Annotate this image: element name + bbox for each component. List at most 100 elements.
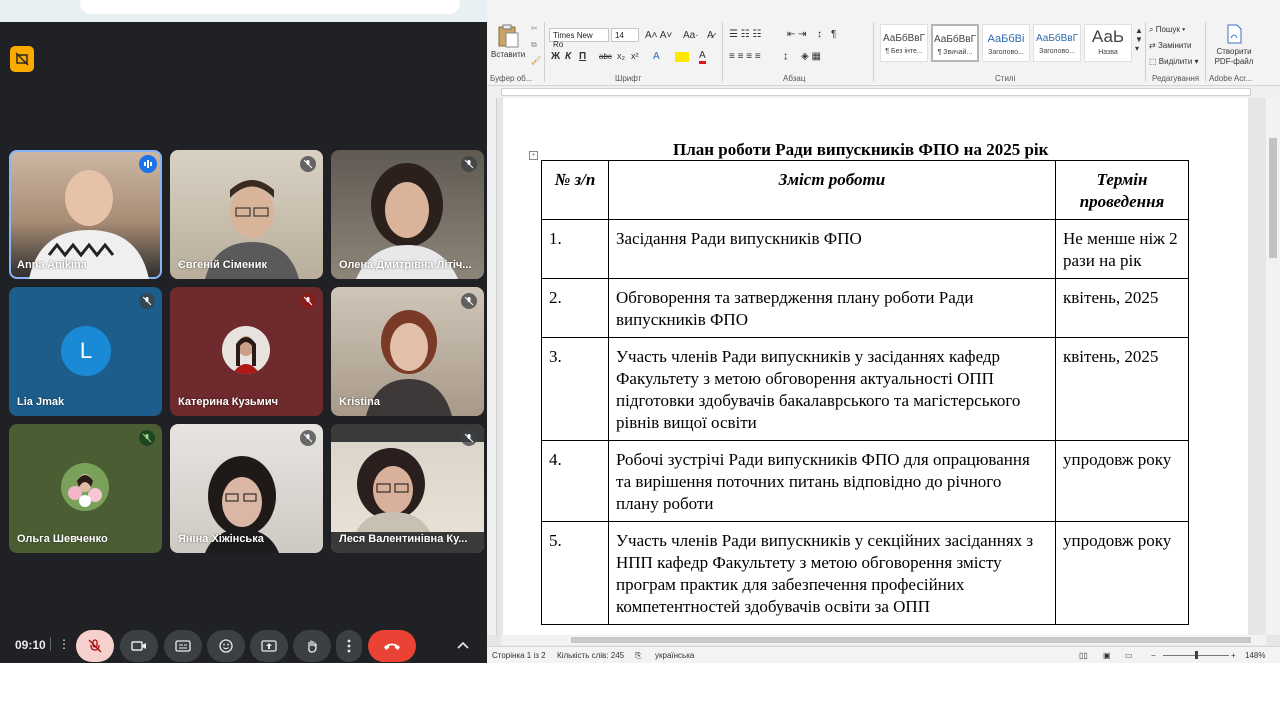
table-move-handle[interactable]: + <box>529 151 538 160</box>
copy-icon[interactable]: ⧉ <box>531 40 537 50</box>
mic-off-icon <box>88 639 102 653</box>
paste-icon[interactable] <box>497 24 519 48</box>
create-pdf-button[interactable]: Створити PDF-файл <box>1211 47 1257 67</box>
mic-toggle-button[interactable] <box>76 630 114 662</box>
web-layout-icon[interactable]: ▭ <box>1125 651 1133 660</box>
vertical-scrollbar[interactable] <box>1266 98 1280 635</box>
recording-badge[interactable] <box>10 46 34 72</box>
adobe-group-label: Adobe Acr... <box>1209 74 1253 83</box>
more-options-button[interactable] <box>336 630 362 662</box>
align-icons[interactable]: ≡ ≡ ≡ ≡ <box>729 51 761 62</box>
underline-icon[interactable]: П <box>579 51 586 62</box>
participant-tile[interactable]: L Lia Jmak <box>9 287 162 416</box>
divider <box>722 22 723 82</box>
plan-table[interactable]: № з/п Зміст роботи Термін проведення 1. … <box>541 160 1189 625</box>
emoji-icon <box>219 639 233 653</box>
divider <box>1145 22 1146 82</box>
participant-tile[interactable]: Anna Anikina <box>9 150 162 279</box>
scroll-thumb[interactable] <box>571 637 1251 643</box>
subscript-icon[interactable]: x₂ <box>617 51 625 61</box>
participant-tile[interactable]: Яніна Хіжінська <box>170 424 323 553</box>
participant-tile[interactable]: Катерина Кузьмич <box>170 287 323 416</box>
read-mode-icon[interactable]: ▯▯ <box>1079 651 1088 660</box>
font-name-select[interactable]: Times New Ro <box>549 28 609 49</box>
style-normal[interactable]: АаБбВвГ ¶ Звичай... <box>931 24 979 62</box>
call-clock: 09:10 <box>15 638 46 652</box>
participant-tile[interactable]: Олена Дмитрівна Літіч... <box>331 150 484 279</box>
zoom-slider-thumb[interactable] <box>1195 651 1198 659</box>
language[interactable]: українська <box>655 651 694 660</box>
style-sample: АаБбВвГ <box>1035 33 1079 44</box>
participant-tile[interactable]: Ольга Шевченко <box>9 424 162 553</box>
styles-scroll-icon[interactable]: ▲ ▼ ▾ <box>1135 26 1143 53</box>
superscript-icon[interactable]: x² <box>631 51 639 61</box>
participant-tile[interactable]: Євгеній Сіменик <box>170 150 323 279</box>
proofing-icon[interactable]: ⎘ <box>635 651 641 661</box>
format-painter-icon[interactable]: 🖌 <box>531 56 541 65</box>
select-button[interactable]: ⬚ Виділити ▾ <box>1149 57 1199 66</box>
leave-call-button[interactable] <box>368 630 416 662</box>
camera-toggle-button[interactable] <box>120 630 158 662</box>
paste-button[interactable]: Вставити <box>491 50 525 59</box>
find-button[interactable]: ⌕ Пошук ▾ <box>1149 25 1185 35</box>
participant-tile[interactable]: Леся Валентинівна Ку... <box>331 424 484 553</box>
font-size-select[interactable]: 14 <box>611 28 639 42</box>
bold-icon[interactable]: Ж <box>551 51 560 62</box>
row-number: 5. <box>541 521 609 625</box>
row-term: квітень, 2025 <box>1055 278 1189 338</box>
zoom-in-icon[interactable]: + <box>1231 651 1236 660</box>
cut-icon[interactable]: ✂ <box>531 24 538 33</box>
speaking-indicator-icon <box>139 155 157 173</box>
present-screen-button[interactable] <box>250 630 288 662</box>
table-header-row: № з/п Зміст роботи Термін проведення <box>541 160 1189 220</box>
horizontal-scrollbar[interactable] <box>501 635 1266 645</box>
style-no-spacing[interactable]: АаБбВвГ ¶ Без інте... <box>880 24 928 62</box>
select-label: Виділити <box>1158 57 1193 66</box>
mic-off-icon <box>139 293 155 309</box>
mic-off-icon <box>461 156 477 172</box>
shading-icon[interactable]: ◈ ▦ <box>801 51 821 62</box>
style-heading-2[interactable]: АаБбВвГ Заголово... <box>1033 24 1081 62</box>
line-spacing-icon[interactable]: ↨ <box>783 51 788 62</box>
participant-tile[interactable]: Kristina <box>331 287 484 416</box>
indent-icon[interactable]: ⇤ ⇥ <box>787 29 807 40</box>
replace-button[interactable]: ⇄ Замінити <box>1149 41 1192 50</box>
style-sample: АаБбВі <box>987 33 1025 45</box>
meeting-info-icon[interactable]: ⋮ <box>58 637 70 651</box>
clear-format-icon[interactable]: A̷ <box>707 30 714 41</box>
zoom-level[interactable]: 148% <box>1245 651 1265 660</box>
raise-hand-button[interactable] <box>293 630 331 662</box>
change-case-icon[interactable]: Aa· <box>683 30 699 41</box>
captions-button[interactable] <box>164 630 202 662</box>
print-layout-icon[interactable]: ▣ <box>1103 651 1111 660</box>
video-call-panel: Anna Anikina Євгеній Сіменик Олена Дмитр… <box>0 0 487 663</box>
document-page[interactable]: + План роботи Ради випускників ФПО на 20… <box>503 98 1248 635</box>
scroll-thumb[interactable] <box>1269 138 1277 258</box>
grow-font-icon[interactable]: A˄ A˅ <box>645 30 672 41</box>
row-content: Обговорення та затвердження плану роботи… <box>608 278 1056 338</box>
create-pdf-icon[interactable] <box>1225 24 1243 46</box>
pilcrow-icon[interactable]: ¶ <box>831 29 836 40</box>
reactions-button[interactable] <box>207 630 245 662</box>
chevron-up-icon[interactable] <box>456 637 470 655</box>
zoom-out-icon[interactable]: − <box>1151 651 1156 660</box>
strikethrough-icon[interactable]: abc <box>599 52 612 61</box>
style-heading-1[interactable]: АаБбВі Заголово... <box>982 24 1030 62</box>
row-content: Участь членів Ради випускників у секційн… <box>608 521 1056 625</box>
vertical-ruler <box>487 98 497 635</box>
row-number: 4. <box>541 440 609 522</box>
bullets-icon[interactable]: ☰ ☷ ☷ <box>729 29 761 40</box>
row-number: 2. <box>541 278 609 338</box>
sort-icon[interactable]: ↕ <box>817 29 822 40</box>
address-pill <box>80 0 460 14</box>
highlight-color-icon[interactable] <box>675 52 689 62</box>
text-effects-icon[interactable]: A <box>653 51 660 62</box>
header-term: Термін проведення <box>1055 160 1189 220</box>
page-count[interactable]: Сторінка 1 із 2 <box>492 651 546 660</box>
font-color-icon[interactable]: A <box>699 50 706 64</box>
style-title[interactable]: АаЬ Назва <box>1084 24 1132 62</box>
word-count[interactable]: Кількість слів: 245 <box>557 651 624 660</box>
style-name: Заголово... <box>1039 48 1075 55</box>
mic-off-icon <box>139 430 155 446</box>
italic-icon[interactable]: К <box>565 51 571 62</box>
